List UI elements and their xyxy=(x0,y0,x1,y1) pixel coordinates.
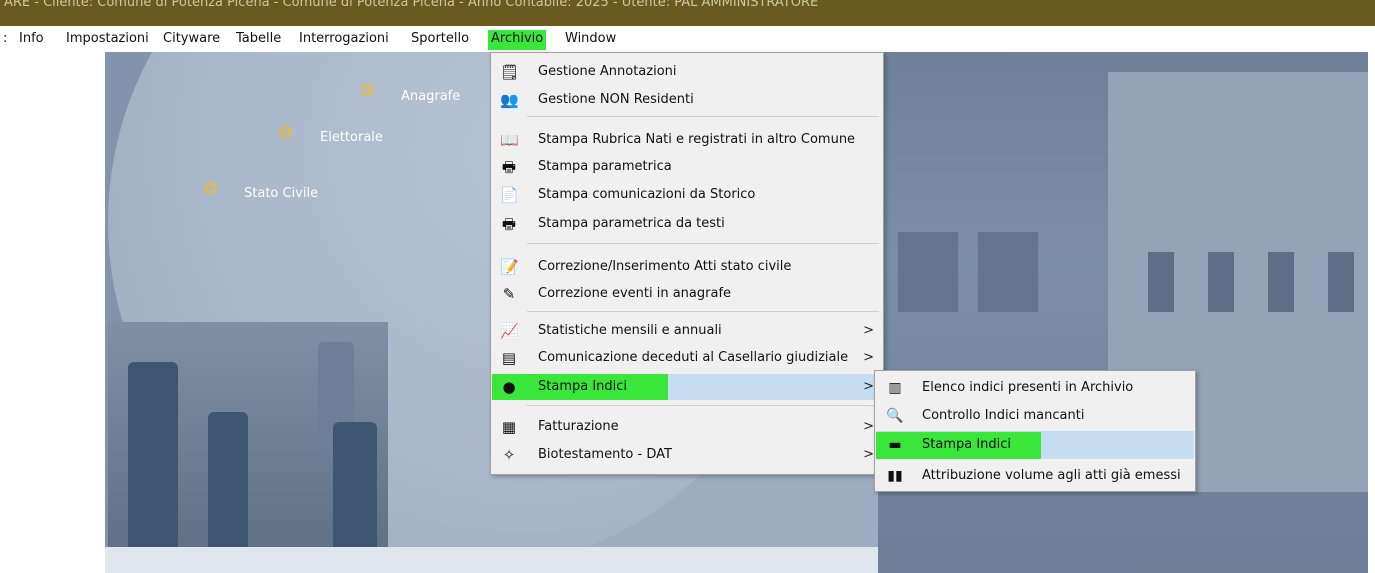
chevron-right-icon: > xyxy=(863,350,874,365)
elettorale-label: Elettorale xyxy=(320,130,383,145)
title-bar-text: ARE - Cliente: Comune di Potenza Picena … xyxy=(4,0,819,10)
menu-item-stampa-comunicazioni[interactable]: 📄 Stampa comunicazioni da Storico xyxy=(492,182,882,208)
menu-item-stampa-indici[interactable]: ● Stampa Indici > xyxy=(492,374,882,400)
printer-icon: 🖶 xyxy=(501,215,517,233)
menu-leading: : xyxy=(3,31,8,46)
submenu-item-controllo-indici[interactable]: 🔍 Controllo Indici mancanti xyxy=(876,402,1194,430)
edit-pencil-icon: ✎ xyxy=(502,285,516,303)
menu-item-stampa-parametrica-testi[interactable]: 🖶 Stampa parametrica da testi xyxy=(492,211,882,237)
book-icon: 📖 xyxy=(500,131,519,149)
menu-interrogazioni[interactable]: Interrogazioni xyxy=(296,30,392,50)
menu-bar: : Info Impostazioni Cityware Tabelle Int… xyxy=(0,26,1375,52)
elettorale-logo-icon: ✿ xyxy=(278,122,294,143)
stampa-indici-submenu: ▥ Elenco indici presenti in Archivio 🔍 C… xyxy=(874,370,1196,492)
archivio-dropdown: 🗒 Gestione Annotazioni 👥 Gestione NON Re… xyxy=(490,52,884,475)
menu-item-correzione-eventi[interactable]: ✎ Correzione eventi in anagrafe xyxy=(492,281,882,307)
submenu-item-stampa-indici[interactable]: ▬ Stampa Indici xyxy=(876,431,1194,459)
menu-archivio[interactable]: Archivio xyxy=(488,30,547,50)
separator xyxy=(527,243,879,244)
print-green-icon: ▬ xyxy=(888,437,902,453)
menu-impostazioni[interactable]: Impostazioni xyxy=(63,30,152,50)
menu-item-gestione-non-residenti[interactable]: 👥 Gestione NON Residenti xyxy=(492,87,882,113)
volumes-icon: ▮▮ xyxy=(887,468,903,484)
separator xyxy=(527,405,879,406)
annotation-icon: 🗒 xyxy=(500,63,520,81)
bottom-strip xyxy=(105,547,878,573)
chess-board-image xyxy=(108,322,388,573)
chevron-right-icon: > xyxy=(863,447,874,462)
menu-cityware[interactable]: Cityware xyxy=(160,30,223,50)
card-icon: ▤ xyxy=(501,349,517,367)
building-background xyxy=(878,52,1368,573)
printer-icon: 🖶 xyxy=(501,158,517,176)
menu-item-gestione-annotazioni[interactable]: 🗒 Gestione Annotazioni xyxy=(492,59,882,85)
submenu-item-elenco-indici[interactable]: ▥ Elenco indici presenti in Archivio xyxy=(876,374,1194,402)
title-bar: ARE - Cliente: Comune di Potenza Picena … xyxy=(0,0,1375,26)
separator xyxy=(527,311,879,312)
chevron-right-icon: > xyxy=(863,379,874,394)
chevron-right-icon: > xyxy=(863,419,874,434)
menu-item-statistiche[interactable]: 📈 Statistiche mensili e annuali > xyxy=(492,318,882,344)
calculator-icon: ▦ xyxy=(501,418,517,436)
chart-icon: 📈 xyxy=(500,322,519,340)
menu-item-correzione-atti[interactable]: 📝 Correzione/Inserimento Atti stato civi… xyxy=(492,254,882,280)
separator xyxy=(527,116,879,117)
left-margin xyxy=(8,52,105,573)
anagrafe-label: Anagrafe xyxy=(401,89,461,104)
stato-civile-logo-icon: ✿ xyxy=(203,178,219,199)
search-doc-icon: 🔍 xyxy=(886,408,904,424)
menu-sportello[interactable]: Sportello xyxy=(408,30,472,50)
menu-item-fatturazione[interactable]: ▦ Fatturazione > xyxy=(492,414,882,440)
menu-info[interactable]: Info xyxy=(16,30,47,50)
menu-item-stampa-rubrica[interactable]: 📖 Stampa Rubrica Nati e registrati in al… xyxy=(492,127,882,153)
list-icon: ▥ xyxy=(888,380,902,396)
menu-tabelle[interactable]: Tabelle xyxy=(233,30,284,50)
people-icon: 👥 xyxy=(500,91,519,109)
submenu-item-attribuzione-volume[interactable]: ▮▮ Attribuzione volume agli atti già eme… xyxy=(876,462,1194,490)
edit-form-icon: 📝 xyxy=(500,258,519,276)
anagrafe-logo-icon: ✿ xyxy=(360,80,376,101)
dat-icon: ✧ xyxy=(502,446,516,464)
chevron-right-icon: > xyxy=(863,323,874,338)
menu-item-stampa-parametrica[interactable]: 🖶 Stampa parametrica xyxy=(492,154,882,180)
index-icon: ● xyxy=(502,378,516,396)
menu-item-biotestamento[interactable]: ✧ Biotestamento - DAT > xyxy=(492,442,882,468)
menu-item-comunicazione-deceduti[interactable]: ▤ Comunicazione deceduti al Casellario g… xyxy=(492,345,882,371)
stato-civile-label: Stato Civile xyxy=(244,186,319,201)
document-icon: 📄 xyxy=(500,186,519,204)
menu-window[interactable]: Window xyxy=(562,30,619,50)
